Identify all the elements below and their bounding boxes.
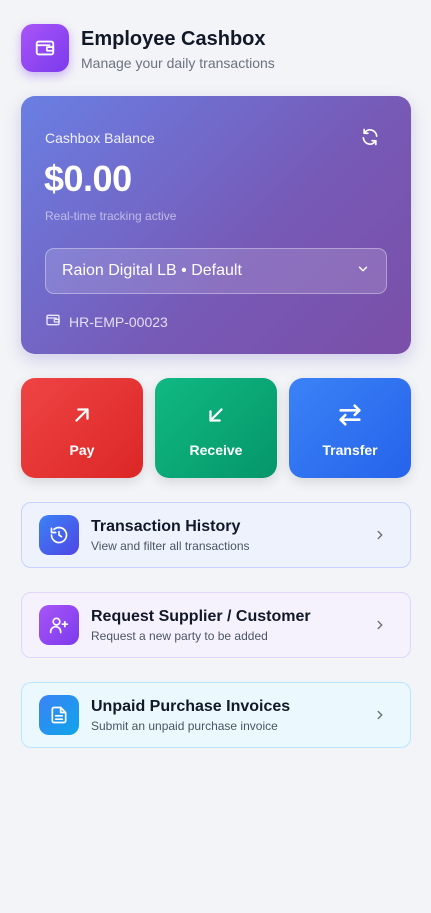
action-buttons: Pay Receive Transfer bbox=[21, 378, 411, 478]
employee-id: HR-EMP-00023 bbox=[45, 312, 168, 331]
menu-subtitle: Submit an unpaid purchase invoice bbox=[91, 719, 278, 733]
request-party-card[interactable]: Request Supplier / Customer Request a ne… bbox=[21, 592, 411, 658]
page-title: Employee Cashbox bbox=[81, 28, 266, 50]
wallet-small-icon bbox=[45, 312, 61, 331]
tracking-status: Real-time tracking active bbox=[45, 209, 177, 223]
chevron-right-icon bbox=[370, 708, 390, 722]
refresh-icon[interactable] bbox=[359, 126, 381, 148]
chevron-right-icon bbox=[370, 528, 390, 542]
user-plus-icon bbox=[39, 605, 79, 645]
menu-subtitle: Request a new party to be added bbox=[91, 629, 268, 643]
document-icon bbox=[39, 695, 79, 735]
balance-amount: $0.00 bbox=[44, 158, 132, 199]
transaction-history-card[interactable]: Transaction History View and filter all … bbox=[21, 502, 411, 568]
arrow-down-left-icon bbox=[205, 402, 227, 428]
menu-title: Unpaid Purchase Invoices bbox=[91, 698, 291, 715]
history-icon bbox=[39, 515, 79, 555]
balance-card: Cashbox Balance $0.00 Real-time tracking… bbox=[21, 96, 411, 354]
pay-button[interactable]: Pay bbox=[21, 378, 143, 478]
balance-label: Cashbox Balance bbox=[45, 130, 155, 146]
wallet-icon bbox=[21, 24, 69, 72]
transfer-button[interactable]: Transfer bbox=[289, 378, 411, 478]
transfer-label: Transfer bbox=[322, 442, 378, 458]
cashbox-select[interactable]: Raion Digital LB • Default bbox=[45, 248, 387, 294]
menu-title: Transaction History bbox=[91, 518, 241, 535]
swap-arrows-icon bbox=[336, 402, 364, 428]
chevron-right-icon bbox=[370, 618, 390, 632]
unpaid-invoices-card[interactable]: Unpaid Purchase Invoices Submit an unpai… bbox=[21, 682, 411, 748]
chevron-down-icon bbox=[356, 262, 370, 281]
page-subtitle: Manage your daily transactions bbox=[81, 55, 275, 71]
cashbox-select-value: Raion Digital LB • Default bbox=[62, 262, 242, 279]
menu-title: Request Supplier / Customer bbox=[91, 608, 311, 625]
employee-id-text: HR-EMP-00023 bbox=[69, 313, 168, 330]
arrow-up-right-icon bbox=[71, 402, 93, 428]
receive-label: Receive bbox=[189, 442, 243, 458]
receive-button[interactable]: Receive bbox=[155, 378, 277, 478]
page-header: Employee Cashbox Manage your daily trans… bbox=[21, 24, 275, 72]
pay-label: Pay bbox=[69, 442, 95, 458]
menu-subtitle: View and filter all transactions bbox=[91, 539, 250, 553]
